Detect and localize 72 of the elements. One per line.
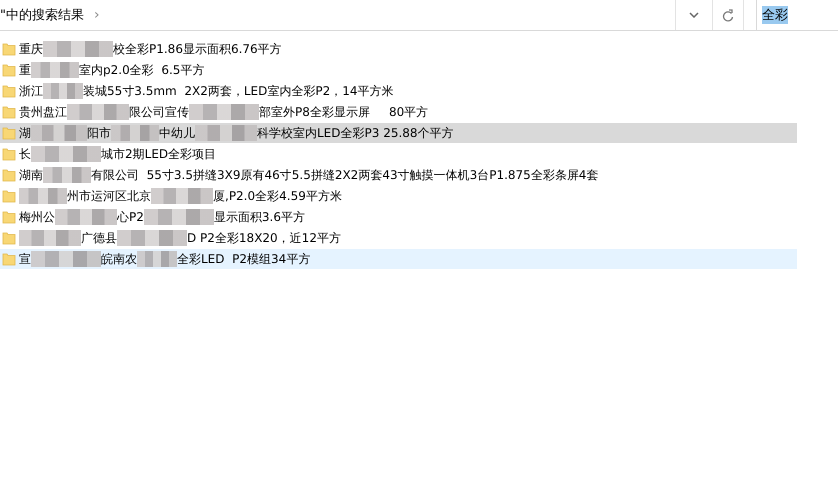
file-name-text: 中幼儿: [159, 124, 195, 142]
search-field[interactable]: 全彩: [756, 0, 838, 30]
redaction-mosaic: [43, 41, 113, 57]
breadcrumb-chevron[interactable]: ›: [94, 7, 100, 23]
file-name-text: 室内p2.0全彩 6.5平方: [79, 62, 204, 78]
file-name-text: 限公司宣传: [129, 104, 189, 120]
redaction-mosaic: [31, 125, 87, 141]
file-row[interactable]: 梅州公 心P2 显示面积3.6平方: [0, 207, 797, 227]
redaction-mosaic: [144, 209, 214, 225]
file-row[interactable]: 宣 皖南农 全彩LED P2模组34平方: [0, 249, 797, 269]
folder-icon: [2, 84, 16, 98]
file-name-text: 贵州盘江: [19, 104, 67, 120]
redaction-mosaic: [31, 251, 101, 267]
file-name-text: 重庆: [19, 40, 43, 58]
file-name-text: 梅州公: [19, 208, 55, 226]
file-name-text: 部室外P8全彩显示屏 80平方: [259, 104, 428, 120]
redaction-mosaic: [111, 125, 159, 141]
folder-icon: [2, 147, 16, 161]
address-path[interactable]: "中的搜索结果: [0, 6, 84, 24]
file-name-text: 阳市: [87, 124, 111, 142]
redaction-mosaic: [55, 209, 117, 225]
redaction-mosaic: [31, 146, 101, 162]
file-name-text: 科学校室内LED全彩P3 25.88个平方: [257, 124, 454, 142]
redaction-mosaic: [19, 230, 81, 246]
file-row[interactable]: 湖南 有限公司 55寸3.5拼缝3X9原有46寸5.5拼缝2X2两套43寸触摸一体机3台P1.875全彩条屏4套: [0, 165, 797, 185]
file-row[interactable]: 重 室内p2.0全彩 6.5平方: [0, 60, 797, 80]
folder-icon: [2, 63, 16, 77]
redaction-mosaic: [67, 104, 129, 120]
file-row[interactable]: 浙江 装城55寸3.5mm 2X2两套，LED室内全彩P2，14平方米: [0, 81, 797, 101]
file-name-text: 重: [19, 62, 31, 78]
folder-icon: [2, 168, 16, 182]
folder-icon: [2, 105, 16, 119]
redaction-mosaic: [117, 230, 187, 246]
file-row[interactable]: 长 城市2期LED全彩项目: [0, 144, 797, 164]
file-name-text: 装城55寸3.5mm 2X2两套，LED室内全彩P2，14平方米: [83, 82, 394, 100]
file-name-text: D P2全彩18X20，近12平方: [187, 230, 341, 246]
refresh-icon[interactable]: [722, 8, 734, 22]
folder-icon: [2, 252, 16, 266]
dropdown-chevron-icon[interactable]: [689, 12, 699, 18]
file-row[interactable]: 重庆 校全彩P1.86显示面积6.76平方: [0, 39, 797, 59]
file-row[interactable]: 广德县 D P2全彩18X20，近12平方: [0, 228, 797, 248]
redaction-mosaic: [43, 167, 91, 183]
file-name-text: 湖南: [19, 166, 43, 184]
file-name-text: 皖南农: [101, 250, 137, 268]
folder-icon: [2, 42, 16, 56]
file-name-text: 有限公司 55寸3.5拼缝3X9原有46寸5.5拼缝2X2两套43寸触摸一体机3台P1.875全彩条屏4套: [91, 166, 598, 184]
file-name-text: 州市运河区北京: [67, 188, 151, 204]
file-name-text: 显示面积3.6平方: [214, 208, 305, 226]
folder-icon: [2, 210, 16, 224]
folder-icon: [2, 189, 16, 203]
redaction-mosaic: [43, 83, 83, 99]
folder-icon: [2, 126, 16, 140]
file-name-text: 广德县: [81, 230, 117, 246]
redaction-mosaic: [189, 104, 259, 120]
file-name-text: 湖: [19, 124, 31, 142]
file-name-text: 校全彩P1.86显示面积6.76平方: [113, 40, 282, 58]
file-row[interactable]: 州市运河区北京 厦,P2.0全彩4.59平方米: [0, 186, 797, 206]
file-row[interactable]: 湖 阳市 中幼儿 科学校室内LED全彩P3 25.88个平方: [0, 123, 797, 143]
file-name-text: 心P2: [117, 208, 144, 226]
file-name-text: 厦,P2.0全彩4.59平方米: [213, 188, 342, 204]
file-row[interactable]: 贵州盘江 限公司宣传 部室外P8全彩显示屏 80平方: [0, 102, 797, 122]
redaction-mosaic: [195, 125, 257, 141]
file-name-text: 城市2期LED全彩项目: [101, 146, 216, 162]
redaction-mosaic: [31, 62, 79, 78]
file-name-text: 浙江: [19, 82, 43, 100]
redaction-mosaic: [19, 188, 67, 204]
file-name-text: 宣: [19, 250, 31, 268]
folder-icon: [2, 231, 16, 245]
redaction-mosaic: [151, 188, 213, 204]
file-name-text: 全彩LED P2模组34平方: [177, 250, 310, 268]
file-name-text: 长: [19, 146, 31, 162]
redaction-mosaic: [137, 251, 177, 267]
